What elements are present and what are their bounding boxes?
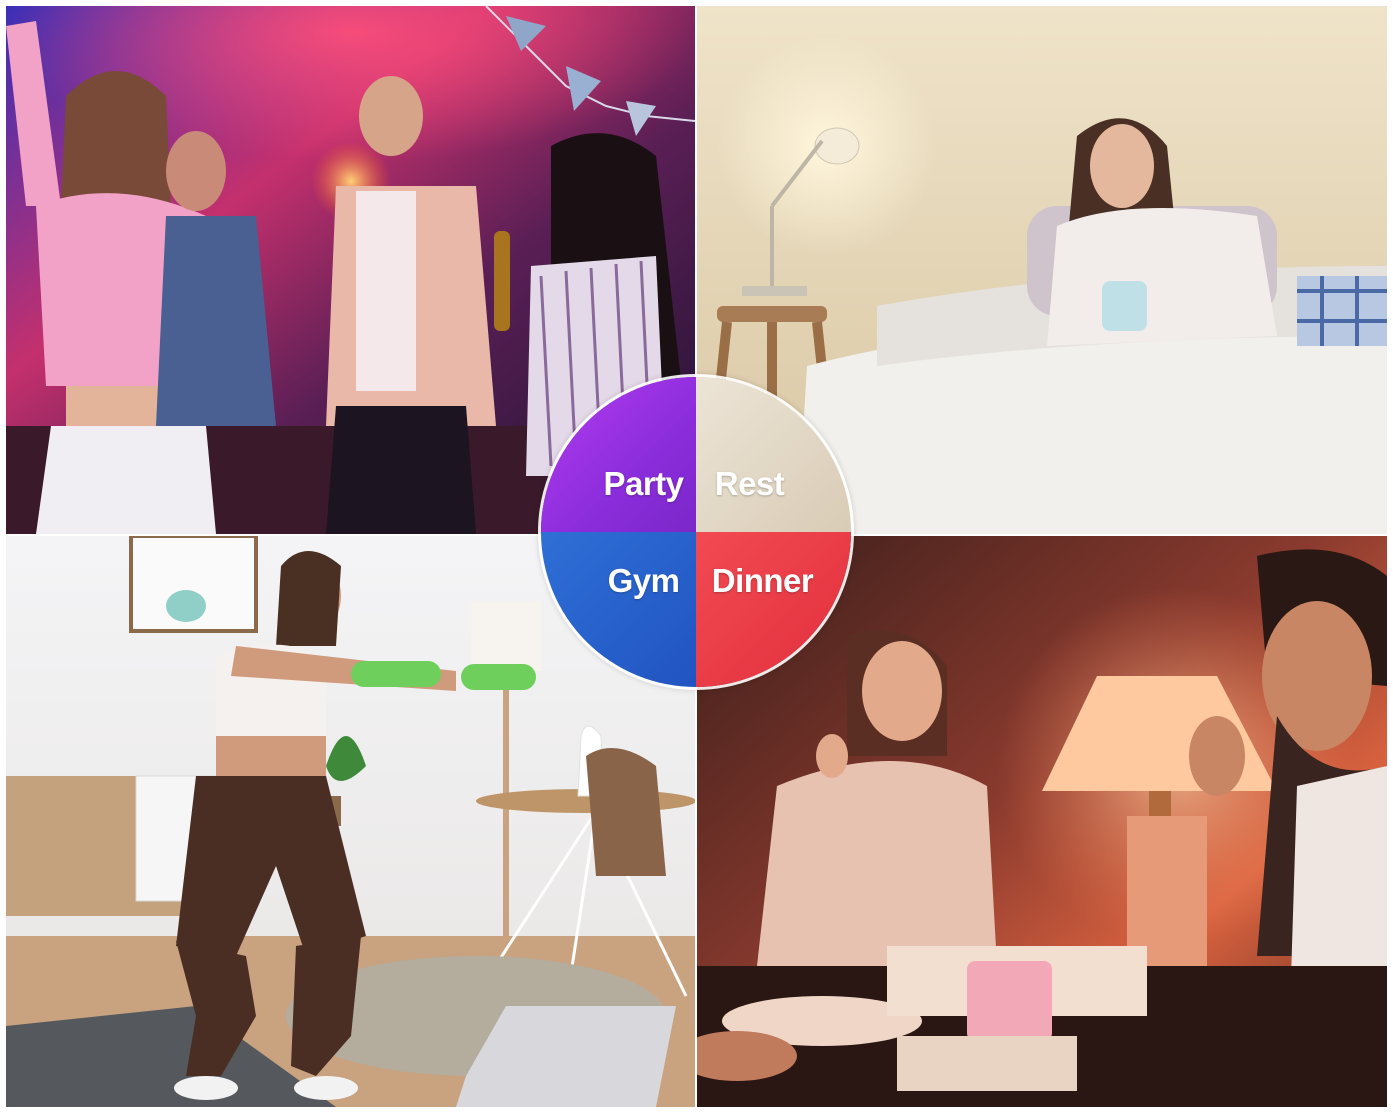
- gym-label: Gym: [607, 561, 680, 599]
- dinner-label-cell: Dinner: [696, 532, 851, 687]
- party-label: Party: [603, 464, 684, 502]
- dinner-label: Dinner: [711, 561, 814, 599]
- party-label-cell: Party: [541, 377, 696, 532]
- rest-label-cell: Rest: [696, 377, 851, 532]
- rest-label: Rest: [714, 464, 785, 502]
- gym-label-cell: Gym: [541, 532, 696, 687]
- scene-badge: Party Rest Gym Dinner: [538, 374, 854, 690]
